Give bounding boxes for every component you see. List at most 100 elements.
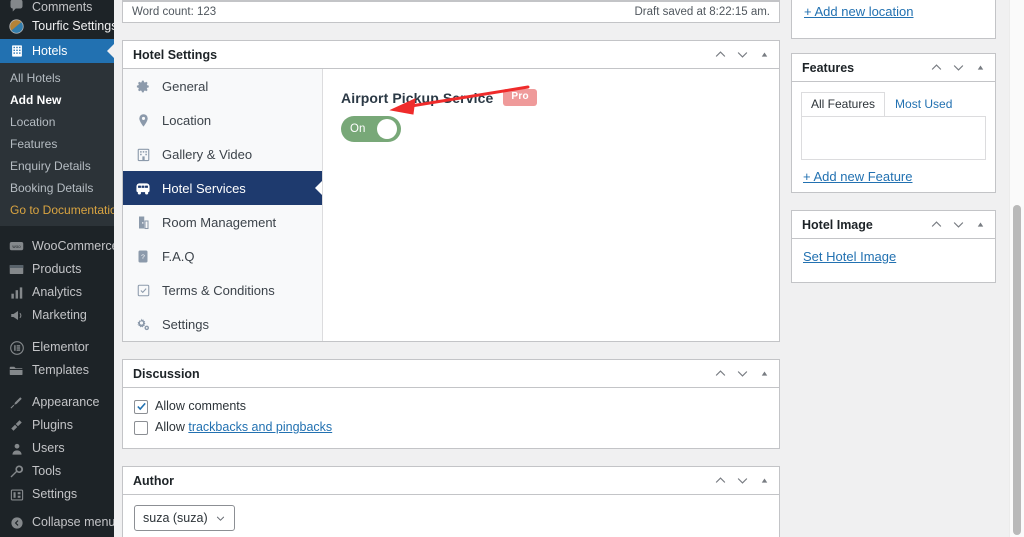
submenu-item-enquiry-details[interactable]: Enquiry Details: [0, 155, 114, 177]
editor-status-bar: Word count: 123 Draft saved at 8:22:15 a…: [122, 0, 780, 23]
sidebar-item-tourfic-settings[interactable]: Tourfic Settings: [0, 14, 114, 39]
editor-side-column: + Add new location Features All Features…: [791, 0, 996, 537]
templates-icon: [8, 362, 25, 379]
sidebar-item-settings[interactable]: Settings: [0, 483, 114, 506]
sidebar-item-label: Comments: [32, 0, 93, 14]
submenu-item-location[interactable]: Location: [0, 111, 114, 133]
products-icon: [8, 261, 25, 278]
panel-title: Discussion: [133, 366, 200, 381]
submenu-item-add-new[interactable]: Add New: [0, 89, 114, 111]
sidebar-item-tools[interactable]: Tools: [0, 460, 114, 483]
toggle-state-label: On: [350, 123, 366, 135]
sidebar-item-analytics[interactable]: Analytics: [0, 281, 114, 304]
wp-admin-screen: Comments Tourfic Settings Hotels All Hot…: [0, 0, 1024, 537]
sidebar-item-templates[interactable]: Templates: [0, 359, 114, 382]
toggle-panel-icon[interactable]: [753, 363, 775, 385]
woocommerce-icon: woo: [8, 238, 25, 255]
move-down-icon[interactable]: [731, 470, 753, 492]
sidebar-item-collapse-menu[interactable]: Collapse menu: [0, 511, 114, 534]
allow-trackbacks-label: Allow trackbacks and pingbacks: [155, 420, 333, 434]
sidebar-item-marketing[interactable]: Marketing: [0, 304, 114, 327]
tab-label: Room Management: [162, 214, 277, 230]
allow-trackbacks-row[interactable]: Allow trackbacks and pingbacks: [134, 418, 768, 437]
sidebar-item-comments[interactable]: Comments: [0, 0, 114, 14]
sidebar-item-label: Elementor: [32, 340, 89, 354]
tab-label: F.A.Q: [162, 248, 195, 264]
toggle-panel-icon[interactable]: [753, 44, 775, 66]
airport-pickup-toggle[interactable]: On: [341, 116, 401, 142]
chevron-down-icon: [215, 513, 226, 524]
svg-text:woo: woo: [12, 244, 21, 249]
move-down-icon[interactable]: [947, 214, 969, 236]
toggle-panel-icon[interactable]: [753, 470, 775, 492]
discussion-header: Discussion: [123, 360, 779, 388]
elementor-icon: [8, 339, 25, 356]
sidebar-item-label: Settings: [32, 487, 78, 501]
features-checklist[interactable]: [801, 116, 986, 160]
tab-settings[interactable]: Settings: [123, 307, 322, 341]
sidebar-item-label: Analytics: [32, 285, 83, 299]
discussion-body: Allow comments Allow trackbacks and ping…: [123, 388, 779, 448]
allow-comments-row[interactable]: Allow comments: [134, 397, 768, 416]
gallery-icon: [135, 146, 151, 162]
menu-separator-2: [0, 327, 114, 336]
submenu-item-all-hotels[interactable]: All Hotels: [0, 67, 114, 89]
move-up-icon[interactable]: [709, 44, 731, 66]
trackbacks-pingbacks-link[interactable]: trackbacks and pingbacks: [188, 420, 332, 434]
hotel-settings-body: General Location Gallery & Video Hotel S…: [123, 69, 779, 341]
tab-location[interactable]: Location: [123, 103, 322, 137]
users-icon: [8, 440, 25, 457]
word-count-label: Word count: 123: [132, 6, 217, 18]
sidebar-item-elementor[interactable]: Elementor: [0, 336, 114, 359]
sidebar-item-label: Marketing: [32, 308, 87, 322]
submenu-item-booking-details[interactable]: Booking Details: [0, 177, 114, 199]
allow-trackbacks-checkbox[interactable]: [134, 420, 148, 435]
set-hotel-image-link[interactable]: Set Hotel Image: [803, 249, 896, 264]
sidebar-item-label: Collapse menu: [32, 515, 114, 529]
author-body: suza (suza): [123, 495, 779, 537]
move-up-icon[interactable]: [709, 470, 731, 492]
tab-all-features[interactable]: All Features: [801, 92, 886, 116]
tab-general[interactable]: General: [123, 69, 322, 103]
tab-faq[interactable]: ? F.A.Q: [123, 239, 322, 273]
analytics-icon: [8, 284, 25, 301]
checkbox-icon: [135, 282, 151, 298]
sidebar-item-label: WooCommerce: [32, 239, 114, 253]
allow-comments-checkbox[interactable]: [134, 399, 148, 414]
scrollbar-thumb[interactable]: [1013, 205, 1021, 535]
page-scrollbar[interactable]: [1009, 0, 1024, 537]
toggle-panel-icon[interactable]: [969, 57, 991, 79]
features-body: All Features Most Used + Add new Feature: [792, 82, 995, 192]
move-up-icon[interactable]: [925, 214, 947, 236]
gear-icon: [135, 78, 151, 94]
move-up-icon[interactable]: [925, 57, 947, 79]
discussion-panel: Discussion Allow comments Allow trackbac…: [122, 359, 780, 449]
move-down-icon[interactable]: [731, 44, 753, 66]
tab-terms-conditions[interactable]: Terms & Conditions: [123, 273, 322, 307]
submenu-item-features[interactable]: Features: [0, 133, 114, 155]
sidebar-item-woocommerce[interactable]: woo WooCommerce: [0, 235, 114, 258]
sidebar-item-products[interactable]: Products: [0, 258, 114, 281]
move-down-icon[interactable]: [947, 57, 969, 79]
add-new-feature-link[interactable]: + Add new Feature: [801, 160, 986, 184]
tab-gallery-video[interactable]: Gallery & Video: [123, 137, 322, 171]
settings-icon: [8, 486, 25, 503]
author-panel: Author suza (suza): [122, 466, 780, 537]
panel-title: Hotel Settings: [133, 47, 218, 62]
author-select[interactable]: suza (suza): [134, 505, 235, 531]
sidebar-item-hotels[interactable]: Hotels: [0, 39, 114, 63]
editor-main-column: Word count: 123 Draft saved at 8:22:15 a…: [122, 0, 780, 537]
tab-most-used[interactable]: Most Used: [885, 92, 962, 116]
allow-comments-label: Allow comments: [155, 399, 246, 413]
tab-hotel-services[interactable]: Hotel Services: [123, 171, 322, 205]
move-up-icon[interactable]: [709, 363, 731, 385]
sidebar-item-users[interactable]: Users: [0, 437, 114, 460]
add-new-location-link[interactable]: + Add new location: [802, 2, 985, 28]
sidebar-item-plugins[interactable]: Plugins: [0, 414, 114, 437]
submenu-item-go-to-documentation[interactable]: Go to Documentation: [0, 199, 114, 221]
move-down-icon[interactable]: [731, 363, 753, 385]
toggle-panel-icon[interactable]: [969, 214, 991, 236]
location-panel: + Add new location: [791, 0, 996, 39]
tab-room-management[interactable]: Room Management: [123, 205, 322, 239]
sidebar-item-appearance[interactable]: Appearance: [0, 391, 114, 414]
